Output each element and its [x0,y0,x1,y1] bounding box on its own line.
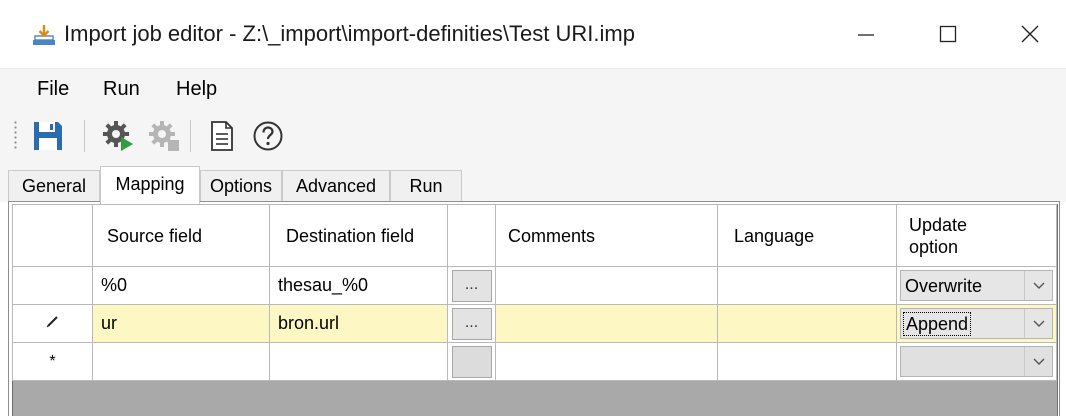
menu-help[interactable]: Help [176,77,217,101]
browse-cell [447,342,496,381]
tab-run[interactable]: Run [390,170,462,202]
minimize-button[interactable] [836,14,896,54]
toolbar [0,108,1066,162]
table-row-current[interactable]: ur bron.url ... Append [12,304,1057,343]
run-button[interactable] [100,118,136,154]
comments-cell[interactable] [495,266,718,305]
row-edit-marker[interactable] [12,304,93,343]
menu-file[interactable]: File [37,77,69,101]
update-option-value: Append [903,312,972,336]
destination-field-cell[interactable]: thesau_%0 [269,266,448,305]
column-header-comments[interactable]: Comments [495,204,718,267]
table-row-new[interactable]: * [12,342,1057,381]
update-option-cell: Append [896,304,1057,343]
new-row-marker[interactable]: * [12,342,93,381]
tab-advanced[interactable]: Advanced [282,170,390,202]
tab-strip: General Mapping Options Advanced Run [0,162,1066,204]
row-marker[interactable] [12,266,93,305]
help-button[interactable] [250,118,286,154]
pencil-icon [46,316,58,328]
document-button[interactable] [204,118,240,154]
save-button[interactable] [30,118,66,154]
comments-cell[interactable] [495,342,718,381]
window-title: Import job editor - Z:\_import\import-de… [64,21,635,46]
table-row[interactable]: %0 thesau_%0 ... Overwrite [12,266,1057,305]
run-gear-icon [103,121,133,151]
column-header-language[interactable]: Language [717,204,897,267]
save-icon [34,122,62,150]
browse-button[interactable]: ... [451,269,492,302]
destination-field-cell[interactable]: bron.url [269,304,448,343]
update-option-dropdown[interactable]: Append [900,308,1053,339]
maximize-icon [939,25,957,43]
toolbar-grip[interactable] [14,120,17,150]
mapping-grid: Source field Destination field Comments … [12,204,1057,381]
comments-cell[interactable] [495,304,718,343]
tab-general[interactable]: General [8,170,100,202]
chevron-down-icon[interactable] [1024,309,1052,338]
language-cell[interactable] [717,266,897,305]
column-header-update-option[interactable]: Update option [896,204,1057,267]
update-option-dropdown[interactable] [900,346,1053,377]
source-field-cell[interactable]: %0 [92,266,270,305]
document-icon [211,121,233,151]
grid-header-row: Source field Destination field Comments … [12,204,1057,267]
menu-run[interactable]: Run [103,77,140,101]
chevron-down-icon[interactable] [1024,271,1052,300]
toolbar-separator [190,120,191,152]
run-disabled-button[interactable] [146,118,182,154]
source-field-cell[interactable] [92,342,270,381]
close-button[interactable] [1000,14,1060,54]
close-icon [1021,25,1039,43]
tab-mapping[interactable]: Mapping [100,166,200,204]
title-bar: Import job editor - Z:\_import\import-de… [0,0,1066,66]
run-gear-disabled-icon [149,121,179,151]
browse-cell: ... [447,266,496,305]
tab-options[interactable]: Options [200,170,282,202]
update-option-value: Overwrite [905,276,983,296]
column-header-button [447,204,496,267]
language-cell[interactable] [717,342,897,381]
row-header-corner [12,204,93,267]
column-header-destination-field[interactable]: Destination field [269,204,448,267]
source-field-cell[interactable]: ur [92,304,270,343]
language-cell[interactable] [717,304,897,343]
minimize-icon [858,34,874,36]
help-icon [253,121,283,151]
import-app-icon [33,25,55,45]
update-option-cell: Overwrite [896,266,1057,305]
maximize-button[interactable] [918,14,978,54]
browse-button[interactable]: ... [451,307,492,340]
menu-bar: File Run Help [0,68,1066,108]
update-option-dropdown[interactable]: Overwrite [900,270,1053,301]
destination-field-cell[interactable] [269,342,448,381]
column-header-source-field[interactable]: Source field [92,204,270,267]
chevron-down-icon[interactable] [1024,347,1052,376]
update-option-cell [896,342,1057,381]
toolbar-separator [84,120,85,152]
browse-button[interactable] [451,345,492,378]
browse-cell: ... [447,304,496,343]
